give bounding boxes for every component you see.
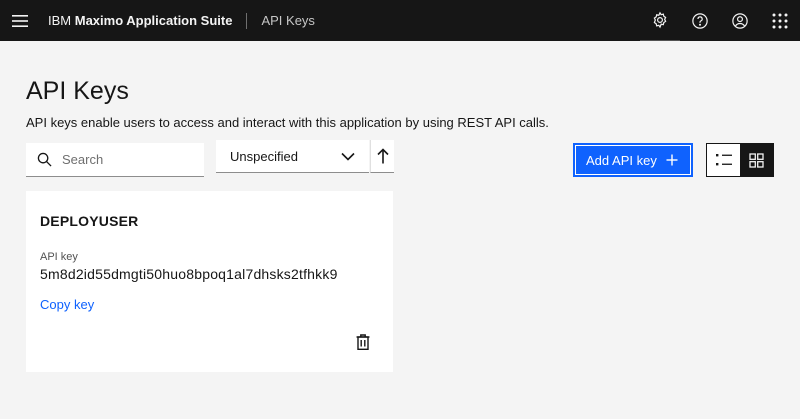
grid-view-icon: [749, 152, 764, 168]
grid-view-button[interactable]: [740, 144, 773, 176]
add-icon: [666, 154, 678, 166]
brand-prefix: IBM: [48, 13, 72, 28]
sort-dropdown-value: Unspecified: [230, 148, 298, 164]
help-icon[interactable]: [680, 0, 720, 41]
copy-key-link[interactable]: Copy key: [40, 297, 94, 312]
api-key-label: API key: [40, 251, 78, 263]
header-divider: [246, 12, 248, 29]
api-key-value: 5m8d2id55dmgti50huo8bpoq1al7dhsks2tfhkk9: [40, 266, 338, 282]
page-title: API Keys: [26, 77, 129, 105]
user-avatar-icon[interactable]: [720, 0, 760, 41]
api-key-card: DEPLOYUSER API key 5m8d2id55dmgti50huo8b…: [26, 191, 393, 372]
list-view-button[interactable]: [707, 144, 740, 176]
menu-icon[interactable]: [0, 0, 40, 41]
list-view-icon: [715, 154, 732, 166]
breadcrumb: API Keys: [261, 13, 315, 28]
header-actions: [640, 0, 800, 41]
delete-button[interactable]: [352, 331, 374, 353]
arrow-up-icon: [376, 148, 389, 164]
settings-icon[interactable]: [640, 0, 680, 41]
view-switcher: [706, 143, 774, 177]
sort-dropdown[interactable]: Unspecified: [216, 140, 369, 173]
card-user-name: DEPLOYUSER: [40, 213, 139, 229]
search-box[interactable]: [26, 143, 204, 177]
brand-name: Maximo Application Suite: [74, 13, 233, 28]
trash-icon: [356, 334, 370, 350]
search-icon: [26, 152, 62, 167]
page-description: API keys enable users to access and inte…: [26, 115, 549, 130]
sort-direction-button[interactable]: [370, 140, 394, 173]
add-api-key-label: Add API key: [586, 152, 657, 168]
chevron-down-icon: [341, 152, 355, 161]
add-api-key-button[interactable]: Add API key: [573, 143, 693, 177]
app-switcher-icon[interactable]: [760, 0, 800, 41]
product-name[interactable]: IBM Maximo Application Suite: [48, 13, 232, 28]
top-header: IBM Maximo Application Suite API Keys: [0, 0, 800, 41]
search-input[interactable]: [62, 152, 192, 167]
